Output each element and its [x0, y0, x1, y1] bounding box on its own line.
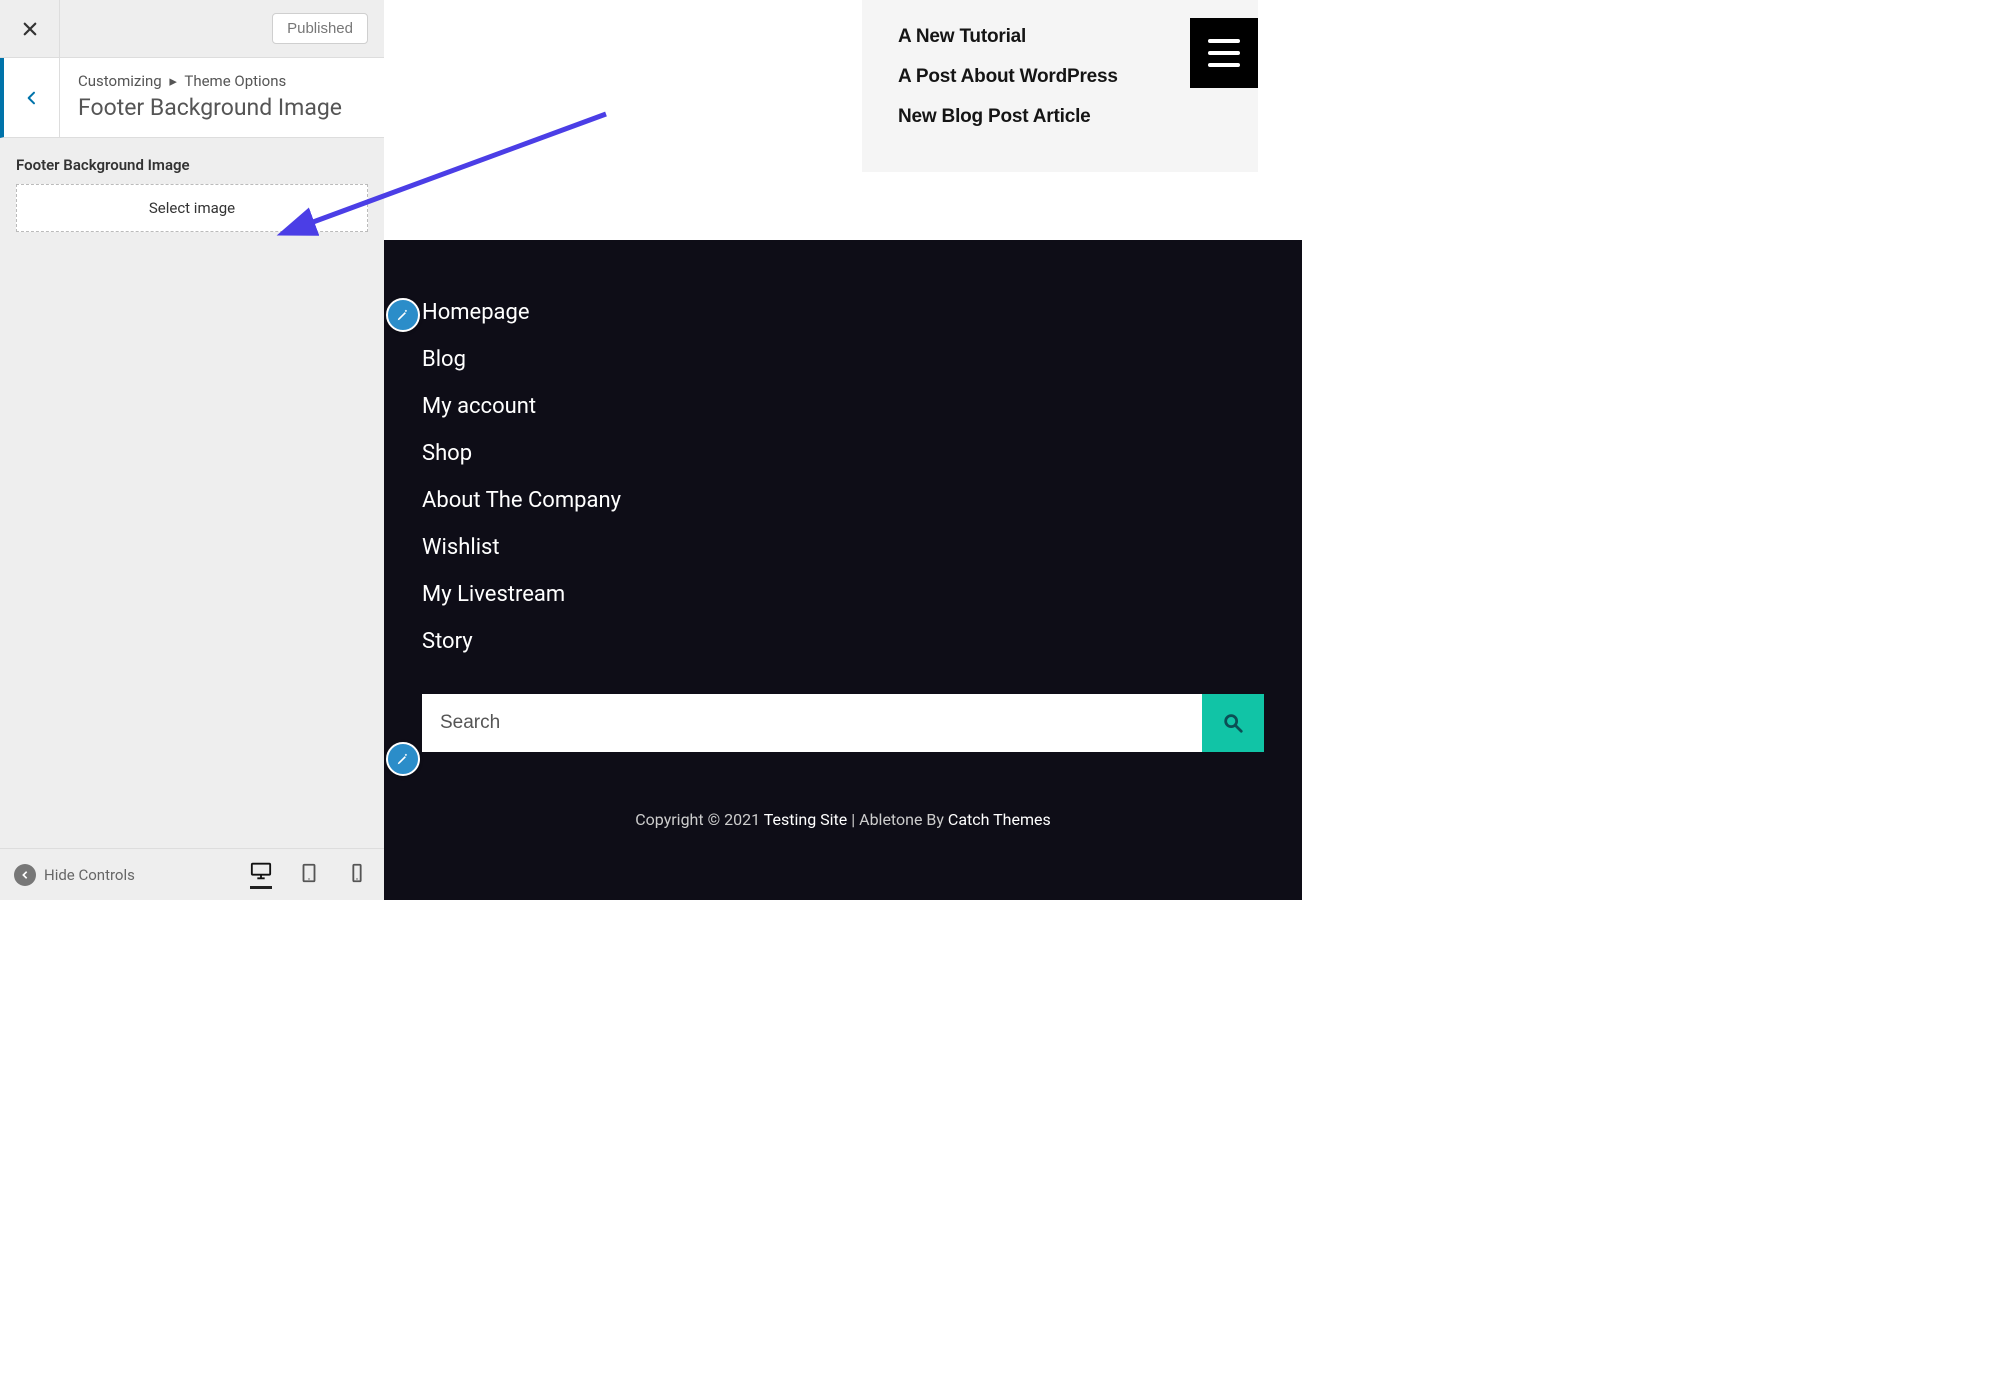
copyright-middle: | Abletone By [847, 810, 948, 829]
search-submit-button[interactable] [1202, 694, 1264, 752]
hamburger-menu-button[interactable] [1190, 18, 1258, 88]
footer-nav-item: Shop [422, 441, 1264, 466]
section-header: Customizing ▸ Theme Options Footer Backg… [0, 58, 384, 138]
footer-nav-item: Homepage [422, 300, 1264, 325]
recent-post-link[interactable]: A Post About WordPress [898, 66, 1238, 88]
breadcrumb-root: Customizing [78, 72, 162, 90]
controls-area: Footer Background Image Select image [0, 138, 384, 250]
pencil-icon [396, 308, 410, 322]
device-desktop-button[interactable] [250, 860, 272, 889]
chevron-left-icon [24, 90, 40, 106]
search-icon [1222, 712, 1244, 734]
copyright-prefix: Copyright © 2021 [635, 810, 763, 829]
hide-controls-button[interactable]: Hide Controls [14, 864, 135, 886]
customizer-bottom-bar: Hide Controls [0, 848, 384, 900]
select-image-button[interactable]: Select image [16, 184, 368, 232]
footer-nav-link[interactable]: My account [422, 394, 536, 419]
footer-nav-link[interactable]: About The Company [422, 488, 621, 513]
footer-nav-item: My account [422, 394, 1264, 419]
footer-nav-link[interactable]: Story [422, 629, 473, 654]
footer-nav-item: Story [422, 629, 1264, 654]
copyright-theme-link[interactable]: Catch Themes [948, 810, 1051, 829]
section-title: Footer Background Image [78, 94, 342, 121]
control-label: Footer Background Image [16, 156, 368, 174]
device-switcher [250, 860, 372, 889]
footer-nav-link[interactable]: Homepage [422, 300, 530, 325]
preview-frame: A New Tutorial A Post About WordPress Ne… [384, 0, 1302, 900]
hide-controls-label: Hide Controls [44, 866, 135, 884]
collapse-left-icon [14, 864, 36, 886]
footer-nav-link[interactable]: Shop [422, 441, 472, 466]
pencil-icon [396, 752, 410, 766]
customizer-top-bar: Published [0, 0, 384, 58]
footer-nav-item: Blog [422, 347, 1264, 372]
footer-nav-link[interactable]: Blog [422, 347, 466, 372]
footer-nav-item: My Livestream [422, 582, 1264, 607]
site-footer: Homepage Blog My account Shop About The … [384, 240, 1302, 900]
copyright: Copyright © 2021 Testing Site | Abletone… [384, 792, 1302, 849]
breadcrumb-parent: Theme Options [184, 72, 286, 90]
footer-nav-item: About The Company [422, 488, 1264, 513]
recent-post-link[interactable]: New Blog Post Article [898, 106, 1238, 128]
tablet-icon [298, 862, 320, 884]
footer-nav-link[interactable]: Wishlist [422, 535, 500, 560]
hamburger-bar-icon [1208, 63, 1240, 67]
hamburger-bar-icon [1208, 51, 1240, 55]
back-button[interactable] [4, 58, 60, 137]
close-customizer-button[interactable] [0, 0, 60, 57]
hamburger-bar-icon [1208, 39, 1240, 43]
close-icon [21, 20, 39, 38]
publish-button[interactable]: Published [272, 13, 368, 44]
footer-nav-link[interactable]: My Livestream [422, 582, 565, 607]
search-input[interactable] [422, 694, 1202, 752]
mobile-icon [346, 862, 368, 884]
edit-shortcut-search[interactable] [386, 742, 420, 776]
breadcrumb-separator-icon: ▸ [169, 72, 177, 90]
footer-search [422, 694, 1264, 752]
device-tablet-button[interactable] [298, 860, 320, 889]
copyright-site-link[interactable]: Testing Site [764, 810, 848, 829]
desktop-icon [250, 860, 272, 882]
recent-post-link[interactable]: A New Tutorial [898, 26, 1238, 48]
customizer-sidebar: Published Customizing ▸ Theme Options Fo… [0, 0, 384, 900]
footer-nav-item: Wishlist [422, 535, 1264, 560]
breadcrumb: Customizing ▸ Theme Options [78, 72, 342, 90]
footer-nav: Homepage Blog My account Shop About The … [422, 300, 1264, 654]
device-mobile-button[interactable] [346, 860, 368, 889]
edit-shortcut-nav[interactable] [386, 298, 420, 332]
